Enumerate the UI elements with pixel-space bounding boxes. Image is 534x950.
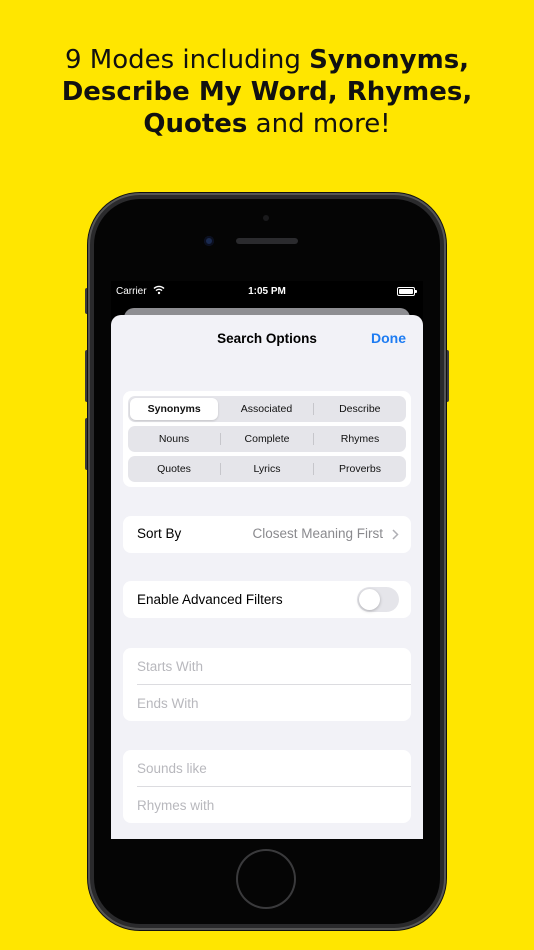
mode-rhymes[interactable]: Rhymes [316,428,404,450]
headline-bold-1: Synonyms, [309,45,470,75]
sort-by-row[interactable]: Sort By Closest Meaning First [123,516,411,553]
front-camera-icon [204,236,214,246]
headline-regular-1: 9 Modes including [64,45,310,75]
mode-associated[interactable]: Associated [222,398,310,420]
mode-nouns[interactable]: Nouns [130,428,218,450]
starts-with-input[interactable] [137,648,411,684]
mode-describe[interactable]: Describe [316,398,404,420]
home-button[interactable] [238,851,294,907]
advanced-filters-row: Enable Advanced Filters [123,581,411,618]
sound-group [123,750,411,823]
mode-selector: Synonyms Associated Describe Nouns Compl… [123,391,411,487]
mode-row-3: Quotes Lyrics Proverbs [128,456,406,482]
segment-divider [313,433,314,445]
segment-divider [312,403,314,415]
headline: 9 Modes including Synonyms, Describe My … [0,44,534,140]
mode-row-2: Nouns Complete Rhymes [128,426,406,452]
headline-bold-2: Describe My Word, Rhymes, [61,77,473,107]
chevron-right-icon [392,529,399,540]
rhymes-with-input[interactable] [137,787,411,823]
ends-with-input[interactable] [137,685,411,721]
done-button[interactable]: Done [371,330,406,346]
sort-by-value: Closest Meaning First [252,526,383,541]
headline-line-2: Describe My Word, Rhymes, [0,76,534,108]
headline-bold-3: Quotes [143,109,248,139]
status-time: 1:05 PM [248,286,286,297]
headline-line-3: Quotes and more! [0,108,534,140]
mode-quotes[interactable]: Quotes [130,458,218,480]
mode-synonyms[interactable]: Synonyms [130,398,219,420]
sensor-dot [263,215,269,221]
segment-divider [313,463,314,475]
sort-by-label: Sort By [137,526,182,541]
segment-divider [220,463,221,475]
headline-line-1: 9 Modes including Synonyms, [0,44,534,76]
mode-lyrics[interactable]: Lyrics [223,458,311,480]
status-bar: Carrier 1:05 PM [111,281,423,301]
advanced-filters-label: Enable Advanced Filters [137,592,283,607]
mode-complete[interactable]: Complete [223,428,311,450]
mode-row-1: Synonyms Associated Describe [128,396,406,422]
prefix-suffix-group [123,648,411,721]
search-options-sheet: Search Options Done Synonyms Associated … [111,315,423,839]
earpiece-speaker [236,238,298,244]
battery-icon [397,287,417,296]
toggle-knob [359,589,380,610]
advanced-filters-toggle[interactable] [357,587,399,612]
headline-regular-3: and more! [247,109,391,139]
sounds-like-input[interactable] [137,750,411,786]
phone-screen: Carrier 1:05 PM Search Options Done Syno… [111,281,423,839]
mode-proverbs[interactable]: Proverbs [316,458,404,480]
segment-divider [220,433,221,445]
